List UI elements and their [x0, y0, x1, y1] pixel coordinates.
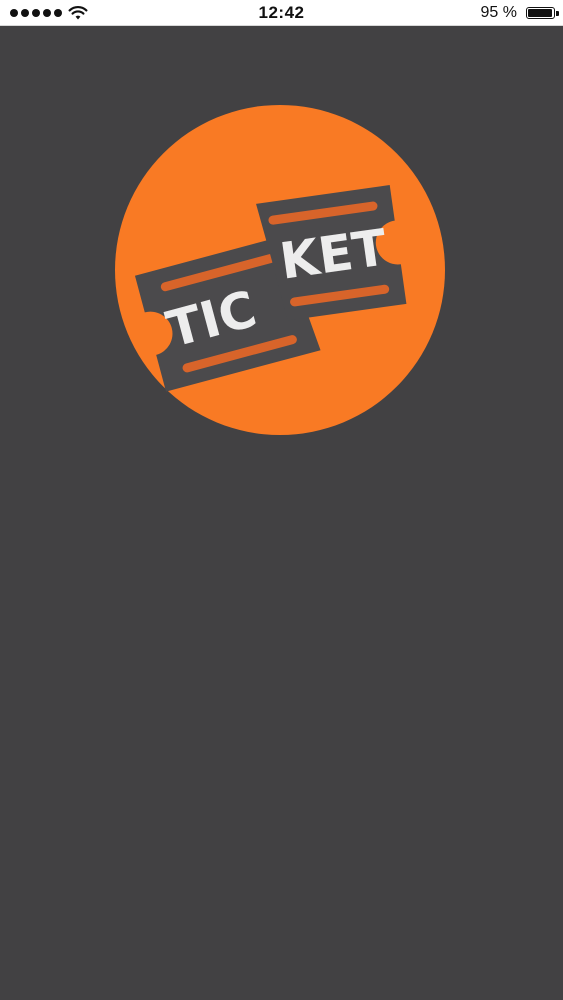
ticket-logo: TIC KET — [115, 105, 445, 435]
status-time: 12:42 — [258, 3, 305, 22]
battery-percent: 95 % — [480, 4, 517, 21]
battery-icon — [526, 7, 559, 19]
splash-screen: TIC KET — [0, 26, 563, 1000]
status-bar: 12:42 95 % — [0, 0, 563, 26]
